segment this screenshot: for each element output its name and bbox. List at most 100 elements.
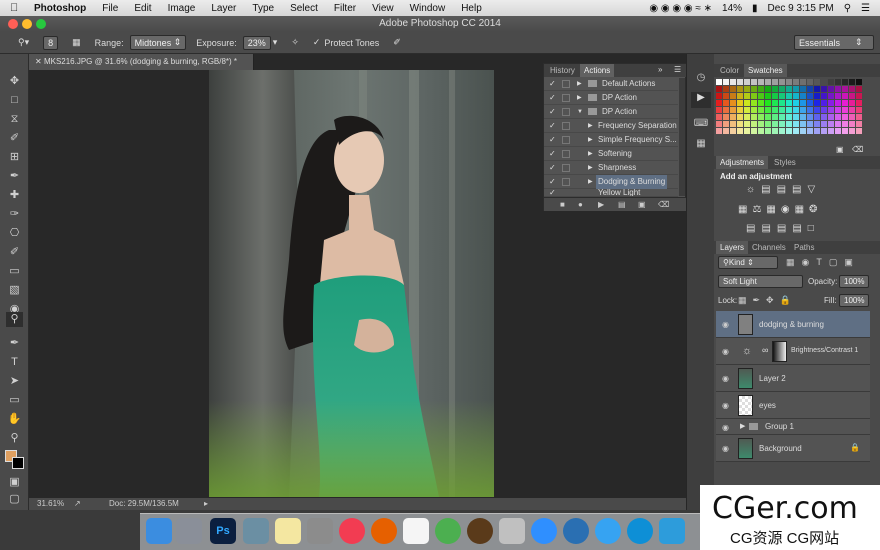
app-grid-icon[interactable] [403,518,429,544]
minimize-window-button[interactable] [22,19,32,29]
expand-arrow-icon[interactable]: ▶ [588,147,593,161]
actions-panel-icon[interactable]: ▶ [691,92,711,108]
delete-swatch-icon[interactable]: ⌫ [852,145,863,154]
dialog-toggle[interactable] [562,108,570,116]
toggle-check-icon[interactable]: ✓ [549,189,556,196]
dodge-tool-icon-selected[interactable]: ⚲ [6,312,23,327]
preview-icon[interactable] [499,518,525,544]
quick-select-tool-icon[interactable]: ✐ [6,131,23,146]
hand-tool-icon[interactable]: ✋ [6,412,23,427]
airbrush-icon[interactable]: ✧ [291,37,299,48]
firefox-icon[interactable] [371,518,397,544]
dialog-toggle[interactable] [562,122,570,130]
blend-mode-select[interactable]: Soft Light [718,275,803,288]
document-tab[interactable]: ✕ MKS216.JPG @ 31.6% (dodging & burning,… [29,54,254,70]
healing-brush-tool-icon[interactable]: ✚ [6,188,23,203]
expand-arrow-icon[interactable]: ▶ [577,77,582,91]
tab-paths[interactable]: Paths [790,241,818,254]
battery-icon[interactable]: ▮ [752,3,758,14]
expand-arrow-icon[interactable]: ▶ [588,119,593,133]
pressure-size-icon[interactable]: ✐ [393,37,401,48]
itunes-icon[interactable] [339,518,365,544]
toggle-check-icon[interactable]: ✓ [549,161,556,175]
background-color-swatch[interactable] [12,457,24,469]
safari-icon[interactable] [595,518,621,544]
visibility-eye-icon[interactable]: ◉ [722,347,729,356]
photo-canvas[interactable] [209,70,494,497]
rectangle-tool-icon[interactable]: ▭ [6,393,23,408]
tab-history[interactable]: History [546,64,579,77]
menu-edit[interactable]: Edit [134,3,151,14]
action-row[interactable]: ✓ ▶ Softening [544,147,678,161]
link-icon[interactable]: ∞ [762,345,768,355]
visibility-eye-icon[interactable]: ◉ [722,401,729,410]
new-set-icon[interactable]: ▤ [618,200,626,209]
workspace-select[interactable]: Essentials ⇕ [794,35,874,50]
adjustment-icons-row3[interactable]: ▤▤▤▤□ [746,223,820,234]
tab-styles[interactable]: Styles [770,156,800,169]
pen-tool-icon[interactable]: ✒ [6,336,23,351]
menu-filter[interactable]: Filter [334,3,356,14]
exposure-dropdown-icon[interactable]: ▾ [273,37,278,48]
share-icon[interactable]: ↗ [74,498,81,510]
status-icons[interactable]: ◉ ◉ ◉ ◉ ≈ ∗ [649,3,712,14]
zoom-tool-icon[interactable]: ⚲ [6,431,23,446]
apple-icon[interactable]:  [10,2,22,14]
spotlight-icon[interactable]: ⚲ [844,3,851,14]
eyedropper-tool-icon[interactable]: ✒ [6,169,23,184]
layer-row[interactable]: ◉ Layer 2 [716,365,870,392]
visibility-eye-icon[interactable]: ◉ [722,423,729,432]
stop-icon[interactable]: ■ [560,200,565,209]
brush-size-picker[interactable]: 8 [43,35,59,50]
action-row[interactable]: ✓ ▶ Simple Frequency S... [544,133,678,147]
swatches-grid[interactable] [716,79,866,143]
tab-channels[interactable]: Channels [748,241,790,254]
tab-adjustments[interactable]: Adjustments [716,156,769,169]
menu-app[interactable]: Photoshop [34,3,86,14]
menu-image[interactable]: Image [168,3,196,14]
dialog-toggle[interactable] [562,136,570,144]
clone-stamp-tool-icon[interactable]: ⎔ [6,226,23,241]
menu-type[interactable]: Type [252,3,274,14]
speaker-app-icon[interactable] [467,518,493,544]
dialog-toggle[interactable] [562,94,570,102]
zoom-window-button[interactable] [36,19,46,29]
menu-layer[interactable]: Layer [211,3,236,14]
photoshop-icon[interactable]: Ps [210,518,236,544]
toggle-check-icon[interactable]: ✓ [549,91,556,105]
layer-row-selected[interactable]: ◉ dodging & burning [716,311,870,338]
quick-mask-icon[interactable]: ▣ [6,475,23,490]
tab-swatches[interactable]: Swatches [744,64,787,77]
adjustment-icons-row2[interactable]: ▦⚖▦◉▦❂ [738,204,822,215]
actions-scrollbar[interactable] [679,78,685,196]
collapse-arrow-icon[interactable]: ▼ [577,105,583,119]
play-icon[interactable]: ▶ [598,200,604,209]
action-row[interactable]: ✓ ▶ Frequency Separation [544,119,678,133]
gradient-tool-icon[interactable]: ▧ [6,283,23,298]
visibility-eye-icon[interactable]: ◉ [722,374,729,383]
launchpad-icon[interactable] [176,518,202,544]
action-row[interactable]: ✓ ▼ DP Action [544,105,678,119]
toggle-check-icon[interactable]: ✓ [549,77,556,91]
toggle-check-icon[interactable]: ✓ [549,119,556,133]
expand-arrow-icon[interactable]: ▶ [588,175,593,189]
trash-icon[interactable]: ⌫ [658,200,669,209]
dodge-tool-icon[interactable]: ⚲▾ [18,37,29,48]
record-icon[interactable]: ● [578,200,583,209]
layer-filter-icons[interactable]: ▦◉T▢▣ [786,257,860,268]
lock-icons[interactable]: ▦✒✥🔒 [738,295,797,306]
finder-icon[interactable] [146,518,172,544]
new-action-icon[interactable]: ▣ [638,200,646,209]
history-panel-icon[interactable]: ◷ [691,72,711,88]
marquee-tool-icon[interactable]: □ [6,93,23,108]
menu-file[interactable]: File [102,3,118,14]
action-row[interactable]: ✓ ▶ DP Action [544,91,678,105]
dialog-toggle[interactable] [562,80,570,88]
toggle-check-icon[interactable]: ✓ [549,133,556,147]
layer-filter-select[interactable]: ⚲Kind ⇕ [718,256,778,269]
crop-tool-icon[interactable]: ⊞ [6,150,23,165]
menu-help[interactable]: Help [461,3,482,14]
opacity-input[interactable]: 100% [839,275,870,288]
expand-arrow-icon[interactable]: ▶ [588,161,593,175]
fill-input[interactable]: 100% [839,294,870,307]
